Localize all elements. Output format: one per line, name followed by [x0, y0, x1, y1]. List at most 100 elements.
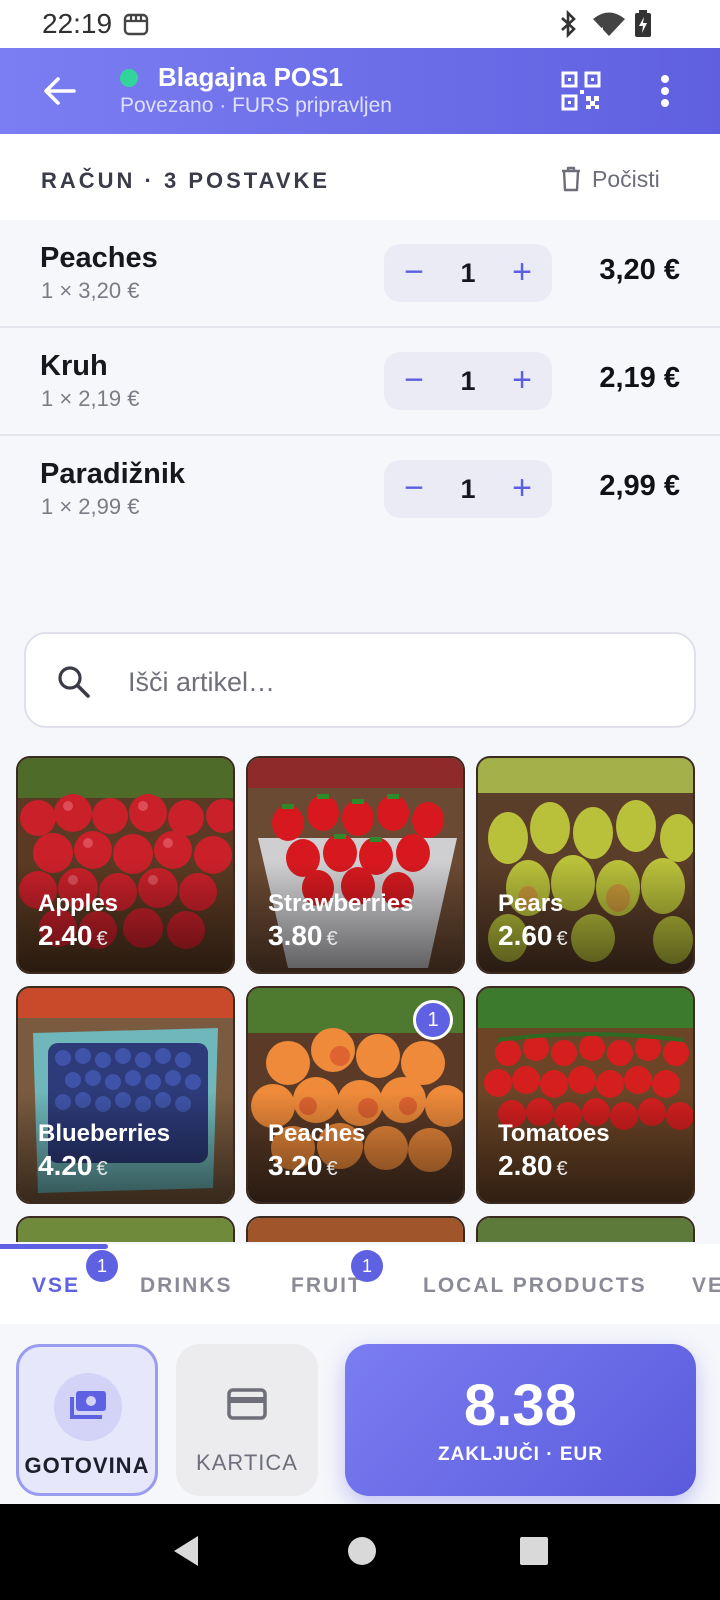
product-currency: € — [326, 1158, 338, 1180]
card-label: KARTICA — [196, 1450, 298, 1475]
bill-item-name: Paradižnik — [40, 458, 186, 490]
cash-icon — [70, 1391, 106, 1419]
card-payment-button[interactable]: KARTICA — [176, 1344, 318, 1496]
tab-fruit[interactable]: FRUIT 1 — [291, 1250, 383, 1298]
product-tile-peaches[interactable]: 1 Peaches 3.20 € — [246, 986, 465, 1204]
register-title: Blagajna POS1 — [158, 62, 343, 92]
tab-vegetables[interactable]: VE — [692, 1274, 720, 1298]
product-price: 2.40 € — [38, 920, 108, 952]
bill-item: Kruh 1 × 2,19 € − 1 + 2,19 € — [0, 328, 720, 436]
tab-label: VE — [692, 1274, 720, 1297]
credit-card-icon — [227, 1388, 267, 1420]
app-bar: Blagajna POS1 Povezano · FURS pripravlje… — [0, 48, 720, 134]
bill-item-total: 2,19 € — [599, 362, 680, 394]
product-name: Strawberries — [268, 890, 414, 917]
search-icon — [58, 666, 90, 698]
greens-photo-icon — [18, 1218, 233, 1242]
product-price-value: 4.20 — [38, 1150, 93, 1181]
bill-item-total: 3,20 € — [599, 254, 680, 286]
decrease-quantity-button[interactable]: − — [386, 460, 442, 518]
product-price-value: 2.60 — [498, 920, 553, 951]
pos-screen: 22:19 4 Blagajna POS1 Povezano · FURS pr… — [0, 0, 720, 1600]
product-price: 3.80 € — [268, 920, 338, 952]
checkout-button[interactable]: 8.38 ZAKLJUČI · EUR — [345, 1344, 696, 1496]
bill-item-unit-price: 1 × 3,20 € — [41, 278, 140, 303]
carrots-photo-icon — [248, 1218, 463, 1242]
product-tile-strawberries[interactable]: Strawberries 3.80 € — [246, 756, 465, 974]
product-price-value: 2.80 — [498, 1150, 553, 1181]
bill-item-name: Kruh — [40, 350, 108, 382]
product-price: 3.20 € — [268, 1150, 338, 1182]
product-tile-partial[interactable] — [16, 1216, 235, 1242]
quantity-value: 1 — [460, 258, 476, 288]
back-nav-icon[interactable] — [170, 1534, 202, 1568]
tab-vse[interactable]: VSE 1 — [32, 1250, 118, 1298]
store-notification-icon — [122, 10, 150, 43]
product-price-value: 3.20 — [268, 1150, 323, 1181]
product-price: 2.80 € — [498, 1150, 568, 1182]
bluetooth-icon — [556, 9, 580, 43]
vegetables-photo-icon — [478, 1218, 693, 1242]
status-time: 22:19 — [42, 8, 113, 39]
qr-scan-icon[interactable] — [560, 70, 602, 112]
clear-bill-label: Počisti — [592, 165, 660, 192]
tab-label: DRINKS — [140, 1274, 233, 1297]
recents-nav-icon[interactable] — [518, 1534, 550, 1568]
status-bar: 22:19 4 — [0, 0, 720, 48]
product-tile-tomatoes[interactable]: Tomatoes 2.80 € — [476, 986, 695, 1204]
product-price: 4.20 € — [38, 1150, 108, 1182]
svg-text:4: 4 — [599, 26, 604, 36]
tab-label: FRUIT — [291, 1274, 363, 1297]
product-name: Pears — [498, 890, 564, 917]
product-currency: € — [556, 928, 568, 950]
trash-icon — [562, 166, 580, 192]
increase-quantity-button[interactable]: + — [494, 352, 550, 410]
tab-drinks[interactable]: DRINKS — [140, 1274, 233, 1298]
quantity-stepper: − 1 + — [384, 460, 552, 518]
product-name: Tomatoes — [498, 1120, 610, 1147]
bill-items-list: Peaches 1 × 3,20 € − 1 + 3,20 € Kruh 1 ×… — [0, 220, 720, 544]
tab-local-products[interactable]: LOCAL PRODUCTS — [423, 1274, 647, 1298]
home-nav-icon[interactable] — [346, 1534, 378, 1568]
quantity-value: 1 — [460, 474, 476, 504]
quantity-stepper: − 1 + — [384, 352, 552, 410]
bill-item: Peaches 1 × 3,20 € − 1 + 3,20 € — [0, 220, 720, 328]
product-tile-apples[interactable]: Apples 2.40 € — [16, 756, 235, 974]
category-tabs: VSE 1 DRINKS FRUIT 1 LOCAL PRODUCTS VE — [0, 1244, 720, 1324]
product-price-value: 3.80 — [268, 920, 323, 951]
quantity-stepper: − 1 + — [384, 244, 552, 302]
bill-header: RAČUN · 3 POSTAVKE Počisti — [0, 134, 720, 220]
product-name: Peaches — [268, 1120, 366, 1147]
product-grid: Apples 2.40 € Strawberries 3.80 € Pears … — [16, 756, 704, 1242]
cash-payment-button[interactable]: GOTOVINA — [16, 1344, 158, 1496]
back-arrow-icon[interactable] — [40, 71, 80, 111]
product-currency: € — [96, 1158, 108, 1180]
bill-item-unit-price: 1 × 2,19 € — [41, 386, 140, 411]
bill-item-total: 2,99 € — [599, 470, 680, 502]
bill-item-unit-price: 1 × 2,99 € — [41, 494, 140, 519]
product-price: 2.60 € — [498, 920, 568, 952]
active-tab-indicator — [0, 1244, 108, 1249]
increase-quantity-button[interactable]: + — [494, 244, 550, 302]
increase-quantity-button[interactable]: + — [494, 460, 550, 518]
product-name: Apples — [38, 890, 119, 917]
product-currency: € — [96, 928, 108, 950]
tab-label: LOCAL PRODUCTS — [423, 1274, 647, 1297]
checkout-label: ZAKLJUČI · EUR — [438, 1444, 603, 1465]
decrease-quantity-button[interactable]: − — [386, 244, 442, 302]
bill-item: Paradižnik 1 × 2,99 € − 1 + 2,99 € — [0, 436, 720, 544]
quantity-value: 1 — [460, 366, 476, 396]
search-input[interactable] — [128, 654, 668, 710]
clear-bill-button[interactable]: Počisti — [560, 164, 660, 194]
product-tile-partial[interactable] — [246, 1216, 465, 1242]
bill-item-name: Peaches — [40, 242, 158, 274]
product-tile-blueberries[interactable]: Blueberries 4.20 € — [16, 986, 235, 1204]
wifi-icon: 4 — [592, 10, 626, 43]
in-cart-count-badge: 1 — [413, 1000, 453, 1040]
product-tile-pears[interactable]: Pears 2.60 € — [476, 756, 695, 974]
register-status-text: Povezano · FURS pripravljen — [120, 94, 392, 117]
product-name: Blueberries — [38, 1120, 171, 1147]
more-options-icon[interactable] — [650, 70, 680, 112]
decrease-quantity-button[interactable]: − — [386, 352, 442, 410]
product-tile-partial[interactable] — [476, 1216, 695, 1242]
